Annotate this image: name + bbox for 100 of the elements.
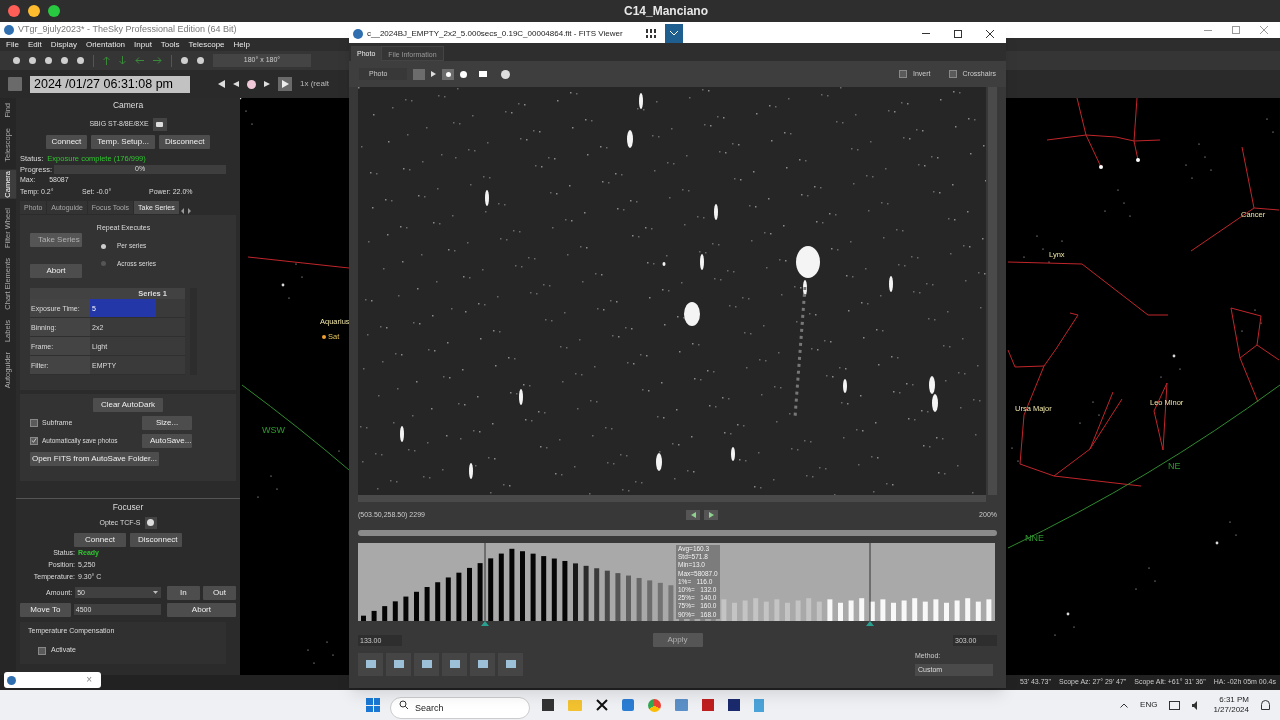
histogram-bar (986, 599, 992, 621)
minimize-icon[interactable] (1204, 29, 1212, 31)
clock-time[interactable]: 6:31 PM (1219, 695, 1249, 705)
info-icon[interactable] (501, 69, 510, 79)
focuser-icon[interactable] (144, 516, 157, 529)
date-time-field[interactable]: 2024 /01/27 06:31:08 pm (30, 75, 190, 93)
chart-label: NE (1168, 460, 1181, 473)
camera-icon[interactable] (152, 117, 167, 131)
abort-button[interactable]: Abort (30, 263, 82, 278)
checkbox[interactable] (30, 418, 38, 427)
minimize-window-icon[interactable] (28, 5, 40, 17)
record-icon[interactable] (247, 79, 256, 89)
arrow-right-icon[interactable] (153, 57, 162, 64)
zoom-in-icon[interactable] (442, 68, 454, 80)
checkbox[interactable] (948, 70, 957, 78)
checkbox[interactable] (30, 436, 38, 445)
in-button[interactable]: In (166, 585, 200, 600)
network-icon[interactable] (1169, 700, 1181, 710)
zoom-in-icon[interactable] (181, 57, 188, 64)
close-icon[interactable] (986, 29, 994, 38)
arrow-up-icon[interactable] (103, 56, 110, 65)
close-preview[interactable]: × (86, 675, 92, 685)
taskbar-preview[interactable]: × (4, 672, 101, 688)
high-marker-icon[interactable] (866, 621, 874, 626)
previous-icon[interactable] (218, 80, 225, 88)
low-marker-icon[interactable] (481, 621, 489, 626)
out-button[interactable]: Out (202, 585, 236, 600)
abort-button[interactable]: Abort (166, 602, 236, 617)
toolbar-icon[interactable] (45, 57, 52, 64)
fast-forward-icon[interactable] (264, 81, 270, 87)
restore-icon[interactable] (1232, 26, 1240, 34)
browser-icon[interactable] (648, 698, 662, 712)
stretch-preset-button[interactable] (414, 652, 439, 676)
close-window-icon[interactable] (8, 5, 20, 17)
checkbox[interactable] (899, 70, 908, 78)
focuser-button[interactable]: Connect (74, 532, 126, 547)
menu-item[interactable]: File (6, 38, 19, 51)
toolbar-icon[interactable] (77, 57, 84, 64)
x-icon[interactable] (596, 699, 609, 711)
tab-scroll-icon[interactable] (180, 207, 191, 214)
stretch-preset-button[interactable] (498, 652, 523, 676)
pointer-icon[interactable] (431, 71, 436, 77)
ftp-app-icon[interactable] (702, 699, 715, 711)
histogram-bar (456, 572, 462, 621)
toolbar-icon[interactable] (29, 57, 36, 64)
histogram-bar (573, 563, 578, 621)
zoom-out-icon[interactable] (460, 70, 467, 78)
toolbar-icon[interactable] (13, 57, 20, 64)
camera-button[interactable]: Temp. Setup... (91, 134, 155, 149)
stretch-slider-track[interactable] (358, 530, 997, 536)
next-image-button[interactable] (704, 510, 718, 520)
clear-autodark-button[interactable]: Clear AutoDark (92, 397, 164, 412)
focuser-button[interactable]: Disconnect (130, 532, 182, 547)
histogram-bar (774, 599, 780, 621)
menu-item[interactable]: Edit (27, 38, 42, 51)
size-button[interactable]: Size... (142, 415, 192, 430)
histogram-bar (498, 553, 504, 621)
toolbar-icon[interactable] (61, 57, 68, 64)
stretch-preset-button[interactable] (470, 652, 495, 676)
menu-item[interactable]: Input (134, 38, 152, 51)
app-icon[interactable] (542, 699, 555, 711)
network-app-icon[interactable] (675, 699, 689, 711)
arrow-left-icon[interactable] (135, 57, 144, 64)
camera-button[interactable]: Connect (45, 134, 88, 149)
zoom-out-icon[interactable] (197, 57, 204, 64)
stretch-preset-button[interactable] (442, 652, 467, 676)
windows-start-icon[interactable] (366, 698, 381, 712)
radio-button[interactable] (101, 243, 106, 249)
astronomy-app-icon[interactable] (728, 699, 741, 711)
horizontal-scrollbar[interactable] (358, 495, 986, 502)
move-to-button[interactable]: Move To (20, 602, 71, 617)
camera-button[interactable]: Disconnect (158, 134, 211, 149)
radio-button[interactable] (101, 261, 106, 267)
menu-item[interactable]: Help (233, 38, 251, 51)
search-field[interactable]: Search (390, 697, 531, 719)
histogram-bar (732, 602, 737, 621)
fast-forward-icon (708, 512, 714, 518)
clock-date[interactable]: 1/27/2024 (1213, 705, 1249, 715)
language-indicator[interactable]: ENG (1140, 699, 1158, 711)
play-button[interactable] (278, 77, 292, 91)
menu-item[interactable]: Telescope (188, 38, 225, 51)
histogram-bar (488, 558, 494, 621)
open-fits-button[interactable]: Open FITS from AutoSave Folder... (30, 451, 159, 466)
document-icon[interactable] (754, 698, 765, 712)
histogram-bar (371, 610, 377, 621)
stretch-preset-button[interactable] (386, 652, 411, 676)
menu-item[interactable]: Tools (160, 38, 180, 51)
store-icon[interactable] (622, 699, 635, 711)
arrow-down-icon[interactable] (119, 56, 126, 65)
chevron-up-icon[interactable] (1120, 702, 1129, 708)
maximize-icon[interactable] (954, 29, 962, 38)
rewind-icon[interactable] (233, 81, 239, 87)
checkbox[interactable] (38, 646, 46, 655)
menu-item[interactable]: Orientation (85, 38, 126, 51)
zoom-window-icon[interactable] (48, 5, 60, 17)
autosave-button[interactable]: AutoSave... (142, 433, 192, 448)
previous-image-button[interactable] (686, 510, 700, 520)
menu-item[interactable]: Display (50, 38, 77, 51)
stretch-preset-button[interactable] (358, 652, 383, 676)
histogram-bar (477, 563, 483, 621)
